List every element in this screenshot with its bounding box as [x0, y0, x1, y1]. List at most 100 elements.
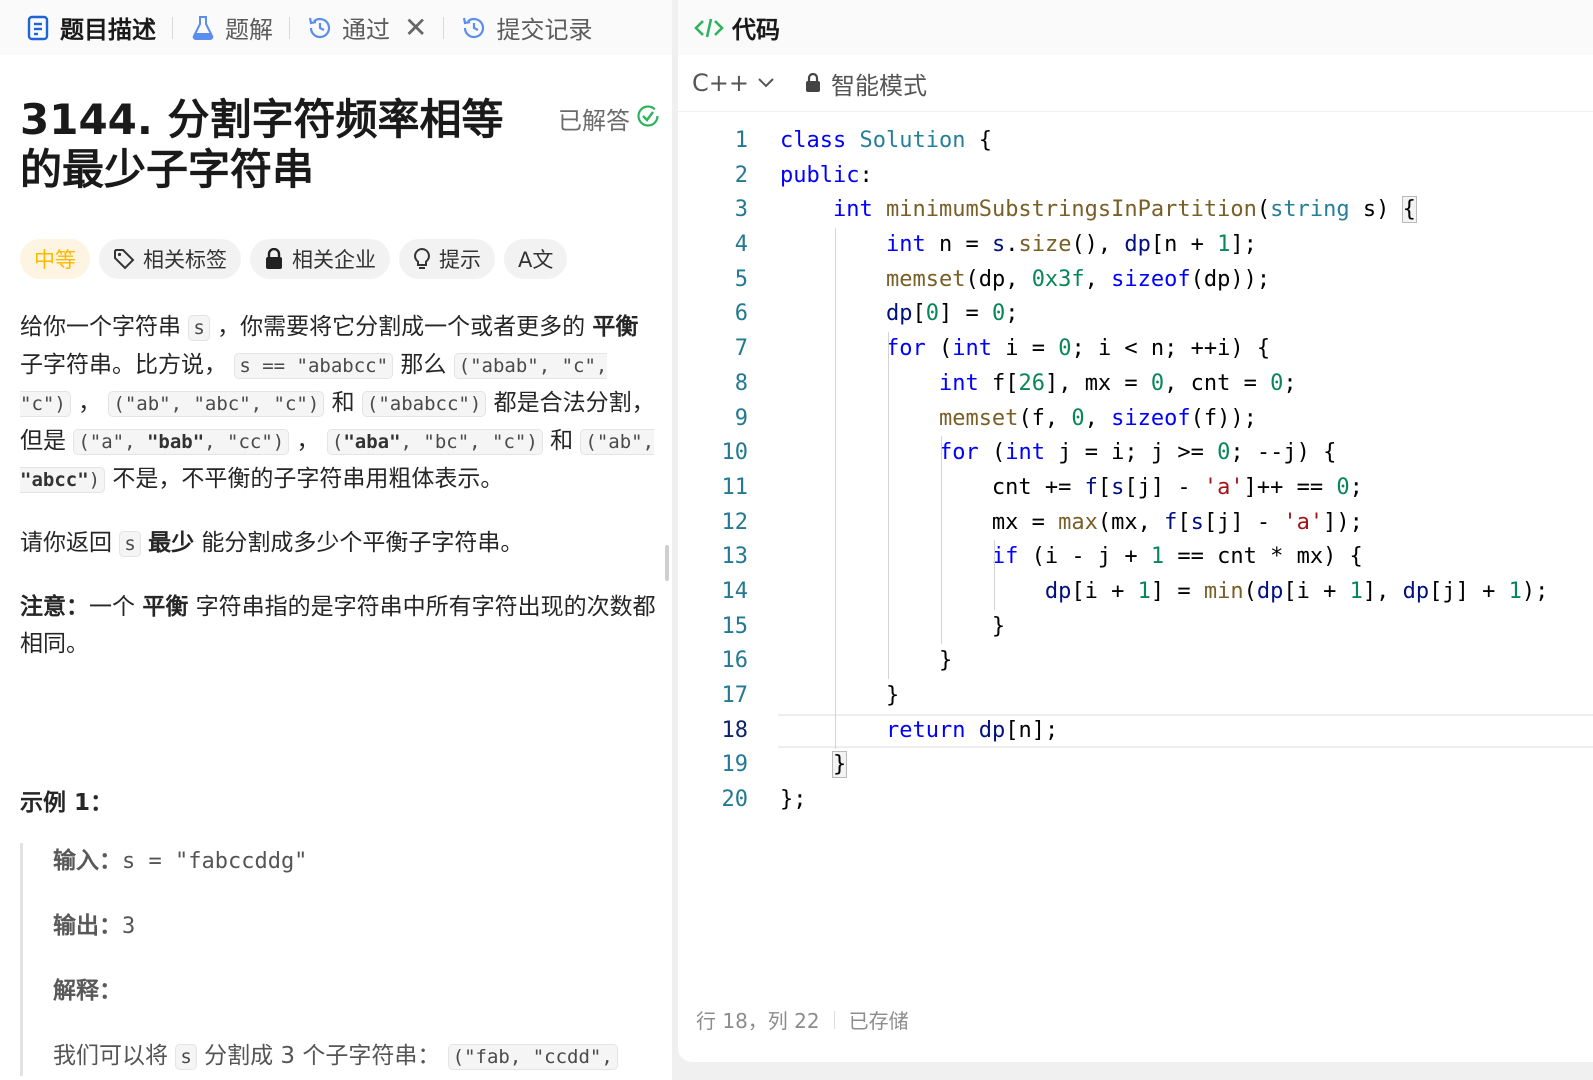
code-token: {: [1401, 196, 1417, 224]
line-number: 17: [721, 683, 749, 708]
text: 不是，不平衡的子字符串用粗体表示。: [105, 466, 504, 492]
code-token: sizeof: [1111, 266, 1191, 292]
close-icon[interactable]: ✕: [404, 11, 427, 44]
code-line[interactable]: 15 }: [678, 610, 1593, 645]
text: ，: [289, 428, 327, 454]
panel-resize-handle[interactable]: [665, 545, 669, 581]
code-token: 0x3f: [1031, 266, 1085, 292]
code-token: 0: [1150, 370, 1165, 396]
code-line[interactable]: 4 int n = s.size(), dp[n + 1];: [678, 228, 1593, 263]
translate-icon: A文: [518, 248, 554, 272]
code-part: (: [331, 431, 344, 453]
code-line[interactable]: 1 class Solution {: [678, 124, 1593, 159]
code-line[interactable]: 12 mx = max(mx, f[s[j] - 'a']);: [678, 506, 1593, 541]
inline-code: ("fab, "ccdd",: [447, 1044, 618, 1070]
code-editor[interactable]: 1 class Solution {2 public: 3 int minimumSu…: [678, 124, 1593, 818]
code-token: ], mx =: [1044, 370, 1151, 396]
tab-solutions[interactable]: 题解: [183, 0, 279, 55]
line-number: 1: [734, 128, 748, 153]
code-text: }: [780, 610, 1005, 645]
code-line[interactable]: 5 memset(dp, 0x3f, sizeof(dp));: [678, 263, 1593, 298]
code-line[interactable]: 19 }: [678, 748, 1593, 783]
code-token: 0: [1336, 474, 1350, 500]
line-number: 2: [734, 162, 748, 188]
tab-accepted[interactable]: 通过 ✕: [300, 0, 433, 55]
code-token: min: [1203, 578, 1244, 604]
code-brackets-icon: [694, 16, 724, 40]
code-token: dp: [885, 301, 913, 327]
code-part: ): [88, 469, 101, 491]
tab-description[interactable]: 题目描述: [18, 0, 162, 55]
code-bold: "aba": [343, 431, 401, 453]
code-token: 'a': [1203, 474, 1244, 500]
code-header: 代码: [678, 0, 1593, 55]
tab-submissions[interactable]: 提交记录: [454, 0, 598, 55]
tab-divider: [443, 16, 445, 39]
example-box: 输入：s = "fabccddg" 输出：3 解释： 我们可以将 s 分割成 3…: [20, 843, 660, 1076]
bold-text: 平衡: [592, 314, 639, 340]
code-token: 1: [1349, 578, 1363, 604]
code-part: ("a",: [78, 431, 147, 453]
code-text: int f[26], mx = 0, cnt = 0;: [780, 367, 1297, 402]
code-token: Solution: [859, 128, 966, 153]
lock-icon: [264, 248, 284, 270]
code-text: }: [780, 748, 848, 783]
code-token: int: [938, 370, 979, 396]
indent-guide: [835, 228, 836, 749]
code-token: return: [885, 717, 966, 743]
code-line[interactable]: 20};: [678, 783, 1593, 818]
related-companies-button[interactable]: 相关企业: [250, 239, 390, 279]
code-line[interactable]: 13 if (i - j + 1 == cnt * mx) {: [678, 540, 1593, 575]
code-text: int minimumSubstringsInPartition(string …: [780, 193, 1417, 228]
code-token: if: [991, 544, 1019, 570]
code-token: 0: [1071, 405, 1085, 431]
smart-mode[interactable]: 智能模式: [805, 66, 927, 101]
code-token: [j] -: [1124, 474, 1204, 500]
code-token: {: [965, 128, 992, 153]
input-label: 输入：: [53, 848, 122, 874]
code-text: cnt += f[s[j] - 'a']++ == 0;: [780, 471, 1363, 506]
related-tags-button[interactable]: 相关标签: [99, 239, 241, 279]
code-token: memset: [885, 266, 966, 292]
code-line[interactable]: 6 dp[0] = 0;: [678, 297, 1593, 332]
bold-text: 注意：: [20, 594, 89, 620]
hint-button[interactable]: 提示: [399, 239, 495, 279]
code-line[interactable]: 18 return dp[n];: [678, 713, 1593, 749]
code-text: public:: [780, 159, 873, 194]
code-line[interactable]: 3 int minimumSubstringsInPartition(strin…: [678, 193, 1593, 228]
code-line[interactable]: 8 int f[26], mx = 0, cnt = 0;: [678, 367, 1593, 402]
code-text: dp[0] = 0;: [780, 297, 1018, 332]
code-token: ; i < n; ++i) {: [1071, 336, 1271, 362]
code-token: 26: [1018, 370, 1045, 396]
problem-title[interactable]: 3144. 分割字符频率相等的最少子字符串: [20, 95, 540, 195]
code-line[interactable]: 9 memset(f, 0, sizeof(f));: [678, 402, 1593, 437]
language-select[interactable]: C++: [692, 69, 775, 97]
text: 和: [324, 390, 362, 416]
translate-button[interactable]: A文: [504, 239, 568, 279]
code-line[interactable]: 7 for (int i = 0; i < n; ++i) {: [678, 332, 1593, 367]
code-line[interactable]: 14 dp[i + 1] = min(dp[i + 1], dp[j] + 1)…: [678, 575, 1593, 610]
code-token: class: [780, 128, 847, 153]
code-token: dp: [1256, 578, 1284, 604]
code-token: ;: [1349, 474, 1363, 500]
code-line[interactable]: 17 }: [678, 679, 1593, 714]
code-token: 0: [991, 301, 1006, 327]
code-line[interactable]: 16 }: [678, 644, 1593, 679]
line-number: 20: [721, 787, 749, 813]
code-token: (dp));: [1190, 266, 1271, 292]
code-line[interactable]: 2 public:: [678, 159, 1593, 194]
code-token: (: [925, 336, 953, 362]
code-token: s: [991, 232, 1006, 258]
line-number: 19: [721, 752, 749, 778]
code-token: s: [1111, 474, 1125, 500]
solved-status: 已解答: [558, 101, 660, 136]
code-line[interactable]: 11 cnt += f[s[j] - 'a']++ == 0;: [678, 471, 1593, 506]
line-number: 4: [734, 232, 748, 258]
code-line[interactable]: 10 for (int j = i; j >= 0; --j) {: [678, 436, 1593, 471]
